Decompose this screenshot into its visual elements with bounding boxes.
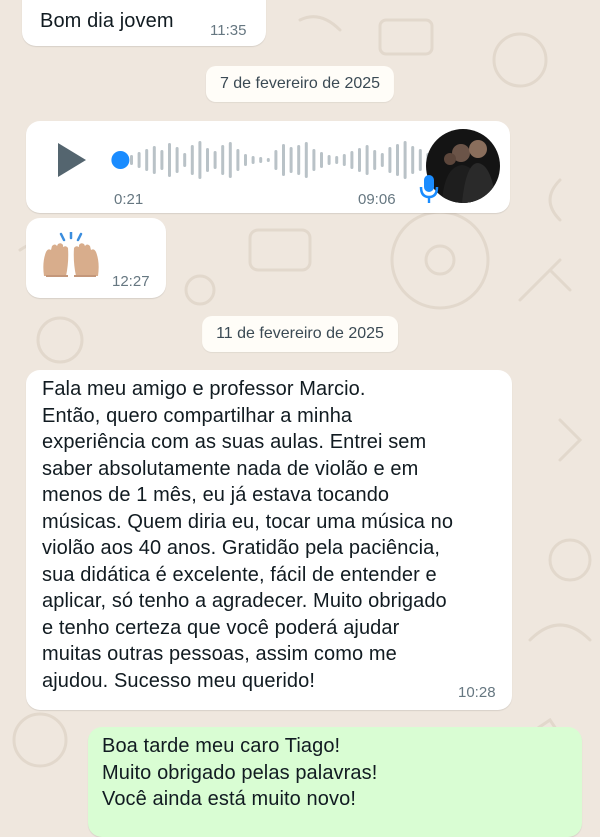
waveform-bar	[358, 148, 361, 172]
waveform-bar	[380, 153, 384, 167]
waveform-bar	[335, 156, 339, 164]
waveform-bar	[388, 147, 392, 173]
message-line: Fala meu amigo e professor Marcio.	[42, 378, 366, 400]
message-line: sua didática é excelente, fácil de enten…	[42, 563, 437, 586]
waveform-bar	[221, 145, 225, 175]
emoji-message-bubble[interactable]: 12:27	[26, 218, 166, 298]
outgoing-message-bubble[interactable]: Boa tarde meu caro Tiago! Muito obrigado …	[88, 727, 582, 837]
message-line: aplicar, só tenho a agradecer. Muito obr…	[42, 590, 447, 612]
message-text: Fala meu amigo e professor Marcio. Então,…	[42, 376, 502, 694]
waveform-bar	[259, 157, 263, 163]
microphone-icon	[419, 175, 439, 203]
waveform-bar	[190, 145, 194, 175]
waveform-bar	[145, 149, 149, 171]
waveform-bar	[198, 141, 202, 179]
waveform-bar	[418, 149, 422, 171]
message-line: Você ainda está muito novo!	[102, 788, 356, 810]
voice-elapsed-time: 0:21	[114, 191, 144, 208]
message-time: 10:28	[458, 684, 496, 701]
waveform-bar	[304, 142, 308, 178]
message-line: músicas. Quem diria eu, tocar uma música…	[42, 510, 454, 533]
waveform-bar	[312, 149, 316, 171]
waveform-bar	[403, 141, 407, 179]
message-text: Boa tarde meu caro Tiago! Muito obrigado …	[102, 733, 572, 813]
message-line: violão aos 40 anos. Gratidão pela paciên…	[42, 537, 440, 559]
waveform-bar	[396, 144, 399, 176]
message-time: 11:35	[210, 22, 247, 39]
waveform-bar	[266, 158, 270, 162]
waveform-bar	[251, 156, 255, 164]
waveform-bar	[244, 154, 247, 166]
message-line: muitas outras pessoas, assim como me	[42, 643, 397, 665]
waveform-bar	[206, 148, 209, 172]
message-time: 12:27	[112, 273, 150, 290]
message-bubble[interactable]: Bom dia jovem 11:35	[22, 0, 266, 46]
message-line: Então, quero compartilhar a minha	[42, 404, 353, 427]
waveform-bar	[228, 142, 232, 178]
waveform-bar	[289, 147, 293, 173]
message-line: experiência com as suas aulas. Entrei se…	[42, 431, 427, 453]
waveform-bar	[183, 153, 187, 167]
date-separator: 7 de fevereiro de 2025	[205, 66, 395, 102]
waveform-bar	[274, 150, 278, 170]
playback-scrubber	[111, 151, 130, 169]
message-line: e tenho certeza que você poderá ajudar	[42, 616, 400, 639]
waveform-bar	[411, 146, 415, 174]
audio-waveform[interactable]	[94, 135, 434, 185]
waveform-bar	[297, 145, 301, 175]
waveform-bar	[373, 150, 377, 170]
waveform-bar	[236, 149, 240, 171]
message-line: saber absolutamente nada de violão e em	[42, 457, 419, 480]
date-separator: 11 de fevereiro de 2025	[202, 316, 398, 352]
waveform-bar	[320, 152, 323, 168]
message-line: ajudou. Sucesso meu querido!	[42, 669, 315, 692]
message-line: menos de 1 mês, eu já estava tocando	[42, 484, 390, 506]
waveform-bar	[365, 145, 369, 175]
waveform-bar	[160, 150, 164, 170]
waveform-bar	[175, 147, 179, 173]
waveform-bar	[152, 146, 156, 174]
waveform-bar	[350, 151, 354, 169]
waveform-bar	[213, 151, 217, 169]
message-text: Bom dia jovem	[40, 10, 174, 32]
message-line: Boa tarde meu caro Tiago!	[102, 735, 341, 757]
waveform-bar	[137, 152, 141, 168]
voice-message-bubble[interactable]: 0:21 09:06	[26, 121, 510, 213]
waveform-bar	[168, 143, 171, 177]
waveform-bar	[282, 144, 285, 176]
waveform-bar	[342, 154, 346, 166]
waveform-bar	[130, 155, 133, 165]
waveform-bar	[327, 155, 331, 165]
raising-hands-emoji	[43, 232, 99, 277]
message-line: Muito obrigado pelas palavras!	[102, 761, 378, 784]
message-time: 09:06	[358, 191, 396, 208]
play-icon[interactable]	[58, 143, 86, 177]
message-bubble[interactable]: Fala meu amigo e professor Marcio. Então,…	[26, 370, 512, 710]
